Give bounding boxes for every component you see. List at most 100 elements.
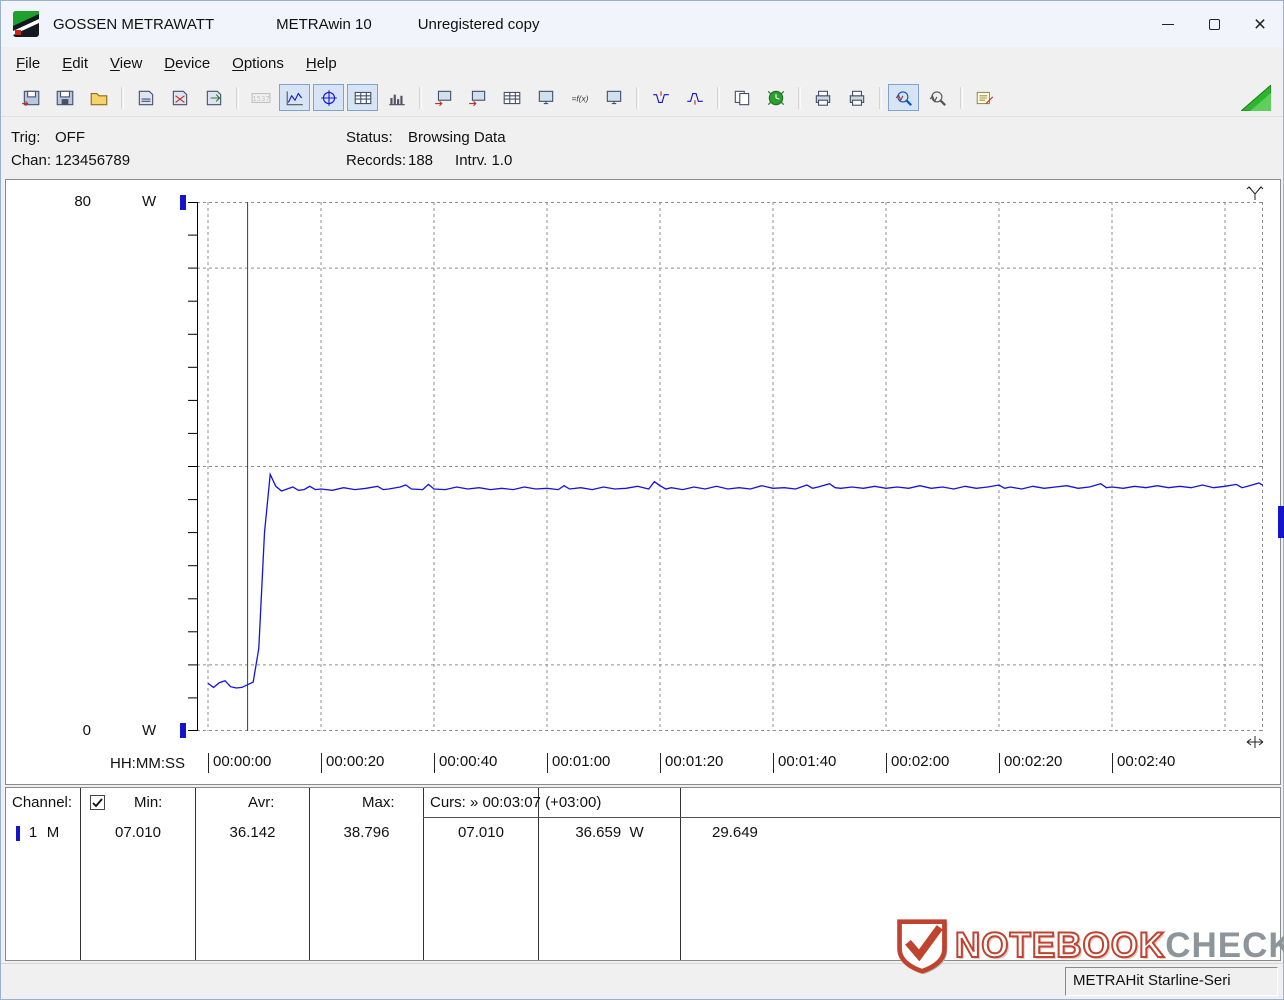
card-export-button[interactable]	[198, 84, 229, 111]
toolbar-separator	[717, 86, 720, 109]
card-read-button[interactable]	[130, 84, 161, 111]
x-cursor-handle[interactable]	[1246, 734, 1264, 750]
table-divider	[309, 788, 310, 960]
close-icon: ×	[1253, 12, 1267, 36]
pc-display-button[interactable]	[598, 84, 629, 111]
toolbar-separator	[636, 86, 639, 109]
table-divider	[80, 788, 81, 960]
envelope-max-button[interactable]	[679, 84, 710, 111]
toolbar-separator	[419, 86, 422, 109]
comment-note-button[interactable]	[969, 84, 1000, 111]
zoom-icon	[894, 89, 914, 107]
copy-clipboard-button[interactable]	[726, 84, 757, 111]
numeric-icon	[251, 89, 271, 107]
copy-icon	[732, 89, 752, 107]
zoom-amplitude-button[interactable]	[922, 84, 953, 111]
channel-visible-checkbox[interactable]	[90, 795, 105, 810]
save-file-button[interactable]	[49, 84, 80, 111]
open-data-window-button[interactable]	[15, 84, 46, 111]
toolbar-separator	[960, 86, 963, 109]
fx-icon	[570, 89, 590, 107]
y-axis-unit-bottom: W	[142, 722, 157, 739]
envelope-min-button[interactable]	[645, 84, 676, 111]
open-file-button[interactable]	[83, 84, 114, 111]
channel-range-marker-bottom	[180, 723, 186, 738]
monitor-icon	[536, 89, 556, 107]
notebookcheck-watermark: NOTEBOOK CHECK	[893, 917, 1284, 975]
x-tick-label: 00:01:20	[660, 753, 723, 773]
cell-mode: M	[46, 824, 60, 841]
x-tick-label: 00:00:00	[208, 753, 271, 773]
x-tick-label: 00:00:40	[434, 753, 497, 773]
y-axis-max-label: 80	[74, 193, 91, 210]
cell-avr: 36.142	[229, 824, 276, 841]
col-header-channel: Channel:	[12, 794, 73, 811]
device-monitor-button[interactable]	[530, 84, 561, 111]
screen-arrow-icon	[434, 89, 454, 107]
x-tick-label: 00:00:20	[321, 753, 384, 773]
disk-icon	[55, 89, 75, 107]
maximize-button[interactable]	[1191, 1, 1237, 47]
right-edge-marker[interactable]	[1278, 506, 1284, 538]
x-axis-row: HH:MM:SS 00:00:00 00:00:20 00:00:40 00:01:0…	[6, 752, 1280, 776]
toolbar-separator	[236, 86, 239, 109]
y-cursor-handle[interactable]	[1246, 184, 1264, 202]
formula-fx-button[interactable]	[564, 84, 595, 111]
menu-bar: File Edit View Device Options Help	[1, 47, 1283, 79]
title-brand: GOSSEN METRAWATT	[53, 15, 215, 33]
connection-indicator-icon	[1241, 84, 1271, 111]
title-bar: GOSSEN METRAWATT METRAwin 10 Unregistere…	[1, 1, 1283, 47]
printer-icon	[813, 89, 833, 107]
card-icon	[136, 89, 156, 107]
app-logo-icon	[13, 11, 39, 37]
col-header-min: Min:	[134, 794, 163, 811]
print-button[interactable]	[807, 84, 838, 111]
channel-list: Chan: 123456789	[11, 152, 131, 169]
menu-help[interactable]: Help	[295, 52, 348, 75]
plot-area[interactable]	[187, 202, 1263, 731]
wave-min-icon	[651, 89, 671, 107]
trend-view-button[interactable]	[279, 84, 310, 111]
table-divider	[680, 788, 681, 960]
zoom-time-button[interactable]	[888, 84, 919, 111]
cell-min: 07.010	[115, 824, 161, 841]
watermark-text-primary: NOTEBOOK	[954, 925, 1166, 966]
device-program-button[interactable]	[496, 84, 527, 111]
menu-device[interactable]: Device	[153, 52, 221, 75]
status-line: Status: Browsing Data	[346, 129, 506, 146]
y-axis-min-label: 0	[82, 722, 91, 739]
timer-record-button[interactable]	[760, 84, 791, 111]
cell-cursor2: 36.659 W	[575, 824, 644, 841]
channel-range-marker-top	[180, 195, 186, 210]
timer-icon	[766, 89, 786, 107]
print-report-button[interactable]	[841, 84, 872, 111]
histogram-view-button[interactable]	[381, 84, 412, 111]
x-tick-label: 00:02:00	[886, 753, 949, 773]
numeric-display-button[interactable]	[245, 84, 276, 111]
maximize-icon	[1208, 18, 1220, 30]
device-read-button[interactable]	[462, 84, 493, 111]
menu-options[interactable]: Options	[221, 52, 295, 75]
table-view-button[interactable]	[347, 84, 378, 111]
cell-channel: 1	[28, 824, 38, 841]
cursor-view-button[interactable]	[313, 84, 344, 111]
card-x-icon	[170, 89, 190, 107]
col-header-avr: Avr:	[248, 794, 275, 811]
title-app-name: METRAwin 10	[276, 15, 372, 33]
table-divider	[423, 788, 424, 960]
toolbar-separator	[121, 86, 124, 109]
histogram-icon	[387, 89, 407, 107]
table-row[interactable]: 1 M 07.010 36.142 38.796 07.010 36.659 W…	[6, 822, 1280, 846]
menu-file[interactable]: File	[5, 52, 51, 75]
close-button[interactable]: ×	[1237, 1, 1283, 47]
wave-max-icon	[685, 89, 705, 107]
window-controls: ×	[1145, 1, 1283, 47]
minimize-button[interactable]	[1145, 1, 1191, 47]
table-icon	[353, 89, 373, 107]
menu-edit[interactable]: Edit	[51, 52, 99, 75]
device-settings-button[interactable]	[428, 84, 459, 111]
menu-view[interactable]: View	[99, 52, 153, 75]
card-erase-button[interactable]	[164, 84, 195, 111]
card-out-icon	[204, 89, 224, 107]
col-header-max: Max:	[362, 794, 395, 811]
